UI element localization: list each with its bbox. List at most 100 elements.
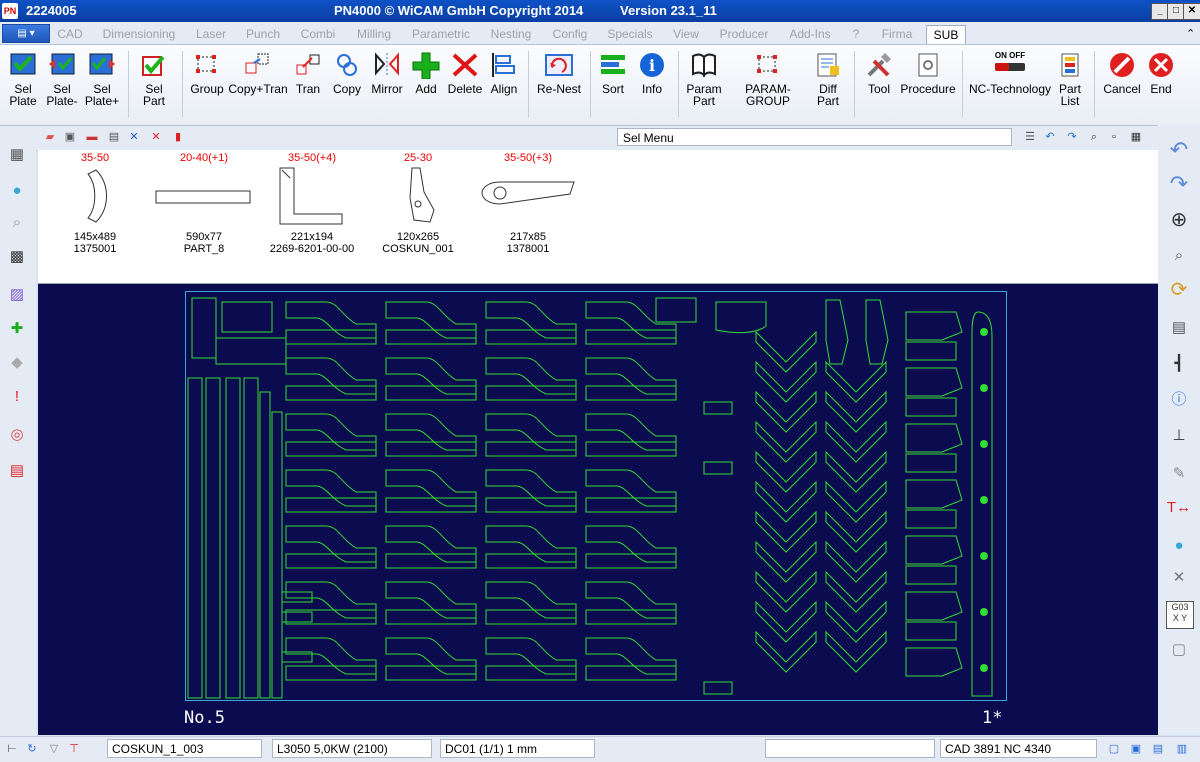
tab-punch[interactable]: Punch	[240, 25, 286, 43]
tab-sub[interactable]: SUB	[926, 25, 966, 44]
diff-part-button[interactable]: Diff Part	[810, 51, 846, 121]
tab-parametric[interactable]: Parametric	[405, 25, 477, 43]
filter-icon[interactable]: ▽	[48, 743, 60, 755]
layout-icon[interactable]: ▣	[1130, 743, 1142, 755]
ribbon-collapse-icon[interactable]: ⌃	[1186, 27, 1195, 40]
sel-plate-minus-button[interactable]: Sel Plate-	[42, 51, 82, 121]
plate-view-icon[interactable]: ▦	[4, 142, 30, 168]
procedure-button[interactable]: Procedure	[900, 51, 956, 121]
redo-icon[interactable]: ↷	[1066, 131, 1078, 143]
group-button[interactable]: Group	[188, 51, 226, 121]
add-button[interactable]: Add	[410, 51, 442, 121]
copy-button[interactable]: Copy	[330, 51, 364, 121]
cad-part-icon[interactable]: ▰	[44, 131, 56, 143]
refresh-small-icon[interactable]: ↻	[26, 743, 38, 755]
g03-xy-icon[interactable]: G03 X Y	[1166, 601, 1194, 629]
sheet-plate[interactable]	[185, 291, 1007, 701]
zoom-all-icon[interactable]: ⊕	[1166, 207, 1192, 233]
delete-button[interactable]: Delete	[446, 51, 484, 121]
align-button[interactable]: Align	[486, 51, 522, 121]
printer-icon[interactable]: ▤	[1166, 315, 1192, 341]
tab-dimensioning[interactable]: Dimensioning	[96, 25, 182, 43]
tab-combi[interactable]: Combi	[292, 25, 344, 43]
tab-milling[interactable]: Milling	[348, 25, 400, 43]
hint-icon[interactable]: ●	[1166, 533, 1192, 559]
tool-button[interactable]: Tool	[860, 51, 898, 121]
tab-firma[interactable]: Firma	[872, 25, 922, 43]
cad-file-icon[interactable]: ▣	[64, 131, 76, 143]
warning-icon[interactable]: !	[4, 384, 30, 410]
folder-icon[interactable]: ▬	[86, 131, 98, 143]
cancel-button[interactable]: Cancel	[1100, 51, 1144, 121]
sel-part-button[interactable]: Sel Part	[134, 51, 174, 121]
app-menu-button[interactable]: ▤ ▾	[2, 24, 50, 43]
remove-red-icon[interactable]: ✕	[150, 131, 162, 143]
tab-add-ins[interactable]: Add-Ins	[780, 25, 840, 43]
close-button[interactable]: ✕	[1183, 3, 1200, 20]
part-thumbnail[interactable]: 35-50(+4) 221x194 2269-6201-00-00	[264, 152, 360, 255]
zoom-window-icon[interactable]: ▫	[1108, 131, 1120, 143]
nc-technology-button[interactable]: ON OFF NC-Technology	[968, 51, 1052, 121]
undo-icon[interactable]: ↶	[1044, 131, 1056, 143]
tab-specials[interactable]: Specials	[600, 25, 660, 43]
tran-button[interactable]: Tran	[292, 51, 324, 121]
zoom-icon[interactable]: ⌕	[1088, 131, 1100, 143]
list-icon[interactable]: ☰	[1024, 131, 1036, 143]
tab-nesting[interactable]: Nesting	[482, 25, 540, 43]
target-icon[interactable]: ◎	[4, 422, 30, 448]
marker-icon[interactable]: ⊤	[68, 743, 80, 755]
search-doc-icon[interactable]: ⌕	[4, 210, 30, 236]
nc-file-icon[interactable]: ▤	[108, 131, 120, 143]
remove-blue-icon[interactable]: ✕	[128, 131, 140, 143]
add-plate-icon[interactable]: ✚	[4, 316, 30, 342]
zoom-doc-icon[interactable]: ⌕	[1166, 243, 1192, 269]
tooltip-icon[interactable]: ●	[4, 178, 30, 204]
part-thumbnail[interactable]: 35-50 145x489 1375001	[60, 152, 130, 255]
tab-config[interactable]: Config	[544, 25, 596, 43]
grid-parts-icon[interactable]: ▩	[4, 244, 30, 270]
measure-icon[interactable]: ┫	[1166, 351, 1192, 377]
sort-button[interactable]: Sort	[596, 51, 630, 121]
part-list-button[interactable]: Part List	[1054, 51, 1086, 121]
version-label: Version 23.1_11	[620, 3, 717, 18]
sel-menu-field[interactable]: Sel Menu	[617, 128, 1012, 146]
param-part-button[interactable]: Param Part	[684, 51, 724, 121]
param-group-button[interactable]: PARAM-GROUP	[726, 51, 810, 121]
sel-plate-button[interactable]: Sel Plate	[4, 51, 42, 121]
end-button[interactable]: End	[1144, 51, 1178, 121]
mirror-icon	[375, 52, 399, 77]
undo-arrow-icon[interactable]: ↶	[1166, 137, 1192, 163]
info-circle-icon[interactable]: ⓘ	[1166, 387, 1192, 413]
tab-cad[interactable]: CAD	[52, 25, 88, 43]
part-thumbnail[interactable]: 25-30 120x265 COSKUN_001	[378, 152, 458, 255]
print-preview-icon[interactable]: ▦	[1130, 131, 1142, 143]
nest-view-icon[interactable]: ▨	[4, 282, 30, 308]
part-thumbnail[interactable]: 20-40(+1) 590x77 PART_8	[152, 152, 256, 255]
split-icon[interactable]: ▥	[1176, 743, 1188, 755]
re-nest-button[interactable]: Re-Nest	[534, 51, 584, 121]
panel-icon[interactable]: ▤	[1152, 743, 1164, 755]
tab-laser[interactable]: Laser	[188, 25, 234, 43]
cad-nc-count-field: CAD 3891 NC 4340	[940, 739, 1097, 758]
tab-producer[interactable]: Producer	[712, 25, 776, 43]
tab-view[interactable]: View	[664, 25, 708, 43]
edit-doc-icon[interactable]: ✎	[1166, 461, 1192, 487]
tab-help[interactable]: ?	[844, 25, 868, 43]
end-x-icon	[1149, 53, 1173, 77]
window-icon[interactable]: ▢	[1108, 743, 1120, 755]
wrench-icon[interactable]: ✕	[1166, 565, 1192, 591]
sel-plate-plus-button[interactable]: Sel Plate+	[82, 51, 122, 121]
error-list-icon[interactable]: ▤	[4, 458, 30, 484]
redo-arrow-icon[interactable]: ↷	[1166, 171, 1192, 197]
snap-point-icon[interactable]: ⊥	[1166, 423, 1192, 449]
eraser-icon[interactable]: ◆	[4, 350, 30, 376]
notes-icon[interactable]: ▢	[1166, 637, 1192, 663]
report-icon[interactable]: ▮	[172, 131, 184, 143]
refresh-icon[interactable]: ⟳	[1166, 277, 1192, 303]
info-button[interactable]: i Info	[634, 51, 670, 121]
copy-tran-button[interactable]: Copy+Tran	[228, 51, 288, 121]
part-thumbnail[interactable]: 35-50(+3) 217x85 1378001	[478, 152, 578, 255]
dimension-icon[interactable]: T↔	[1166, 495, 1192, 521]
cut-icon[interactable]: ⊢	[6, 743, 18, 755]
mirror-button[interactable]: Mirror	[368, 51, 406, 121]
